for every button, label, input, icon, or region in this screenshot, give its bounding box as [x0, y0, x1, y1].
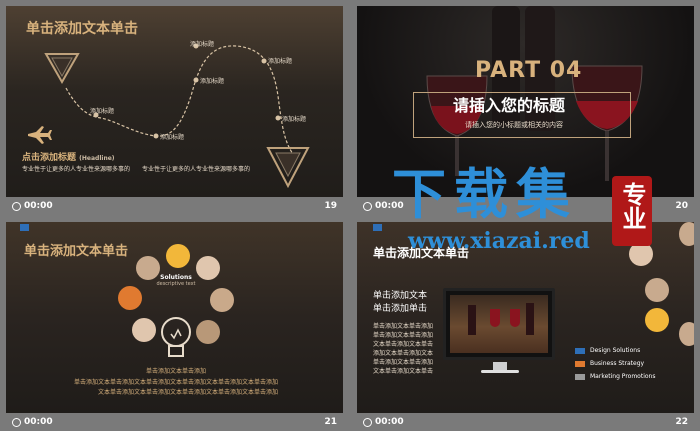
circle-7 [196, 320, 220, 344]
node-label-1: 添加标题 [90, 108, 115, 115]
legend-swatch [575, 373, 585, 380]
legend-item: Marketing Promotions [575, 370, 655, 383]
footer-21: 00:00 21 [6, 415, 343, 429]
circle-1 [166, 244, 190, 268]
slide-badge [20, 224, 29, 231]
slide-number: 19 [324, 201, 337, 211]
slide-19[interactable]: 单击添加文本单击 添加标题 添加标题 添加标题 添加标题 添加标题 添加标题 点… [6, 6, 343, 197]
headline: 点击添加标题 (Headline) [22, 153, 115, 163]
watermark-url: www.xiazai.red [408, 228, 590, 254]
node-label-5: 添加标题 [268, 58, 293, 65]
monitor-image [443, 288, 555, 360]
slide-number: 22 [675, 417, 688, 427]
slide-number: 20 [675, 201, 688, 211]
slide-number: 21 [324, 417, 337, 427]
left-body: 单击添加文本单击添加 单击添加文本单击添加 文本单击添加文本单击 添加文本单击添… [373, 323, 434, 375]
footer-19: 00:00 19 [6, 199, 343, 213]
text-line-1: 单击添加文本单击添加 [146, 368, 207, 375]
watermark-text: 下载集 [392, 162, 578, 226]
legend-swatch [575, 347, 585, 354]
circle-4 [118, 286, 142, 310]
clock-icon [363, 417, 372, 427]
node-label-3: 添加标题 [200, 78, 225, 85]
slide-badge [373, 224, 382, 231]
left-heading-1: 单击添加文本 [373, 291, 428, 301]
clock-icon [363, 201, 372, 211]
node-label-4: 添加标题 [190, 41, 215, 48]
lightbulb-icon [161, 317, 191, 357]
circle-right-edge [679, 222, 694, 246]
slide-subtitle: 请插入您的小标题或相关的内容 [465, 121, 563, 129]
slide-21[interactable]: 单击添加文本单击 Solutions descriptive text 单击添加… [6, 222, 343, 413]
slide-title: 单击添加文本单击 [24, 244, 129, 259]
slide-title: 请插入您的标题 [453, 96, 566, 115]
legend-item: Design Solutions [575, 344, 655, 357]
node-label-6: 添加标题 [282, 116, 307, 123]
solutions-block: Solutions descriptive text [156, 274, 196, 287]
left-heading-2: 单击添加单击 [373, 304, 428, 314]
monitor-stand [493, 362, 507, 370]
footer-22: 00:00 22 [357, 415, 694, 429]
legend: Design Solutions Business Strategy Marke… [575, 344, 655, 383]
clock-icon [12, 201, 21, 211]
part-label: PART 04 [475, 58, 583, 83]
node-label-2: 添加标题 [160, 134, 185, 141]
circle-5 [210, 288, 234, 312]
circle-6 [132, 318, 156, 342]
legend-item: Business Strategy [575, 357, 655, 370]
monitor-base [481, 370, 519, 373]
watermark-seal: 专业 [612, 176, 652, 246]
circle-tan [645, 278, 669, 302]
legend-swatch [575, 360, 585, 367]
desc-right: 专业性于让更多的人专业性来源哪多事的 [142, 166, 251, 173]
text-line-2: 单击添加文本单击添加文本单击添加文本单击添加文本单击添加文本单击添加 [74, 379, 279, 386]
circle-gold [645, 308, 669, 332]
circle-right-edge-2 [679, 322, 694, 346]
text-line-3: 文本单击添加文本单击添加文本单击添加文本单击添加文本单击添加 [98, 389, 279, 396]
airplane-icon [28, 126, 52, 144]
desc-left: 专业性于让更多的人专业性来源哪多事的 [22, 166, 131, 173]
clock-icon [12, 417, 21, 427]
